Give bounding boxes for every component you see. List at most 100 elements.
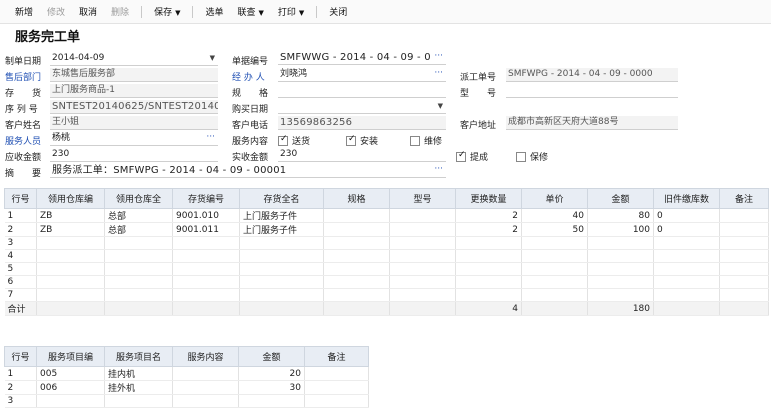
table-cell[interactable]: 005 (36, 366, 105, 381)
table-cell[interactable] (653, 236, 720, 250)
table-cell[interactable] (36, 288, 105, 302)
spec-field[interactable] (278, 84, 446, 98)
table-cell[interactable] (389, 262, 456, 276)
serial-field[interactable]: SNTEST20140625/SNTEST20140 (50, 100, 218, 114)
table-cell[interactable] (104, 288, 173, 302)
table-cell[interactable] (172, 262, 240, 276)
table-cell[interactable]: 2 (455, 208, 522, 223)
table-cell[interactable] (323, 249, 390, 263)
table-cell[interactable] (36, 275, 105, 289)
table-cell[interactable] (719, 288, 769, 302)
doc-no-field[interactable]: SMFWWG - 2014 - 04 - 09 - 0 ··· (278, 51, 446, 65)
more-icon[interactable]: ··· (206, 132, 215, 144)
cancel-button[interactable]: 取消 (72, 5, 104, 18)
column-header[interactable]: 金额 (238, 346, 305, 367)
table-cell[interactable] (104, 262, 173, 276)
table-cell[interactable]: ZB (36, 208, 105, 223)
table-cell[interactable]: 9001.010 (172, 208, 240, 223)
table-cell[interactable] (172, 275, 240, 289)
table-cell[interactable] (239, 249, 324, 263)
table-cell[interactable] (389, 208, 456, 223)
table-cell[interactable]: ZB (36, 222, 105, 237)
stock-field[interactable]: 上门服务商品-1 (50, 84, 218, 98)
close-button[interactable]: 关闭 (322, 5, 354, 18)
table-cell[interactable] (719, 275, 769, 289)
print-button[interactable]: 打印 ▼ (271, 5, 311, 18)
table-cell[interactable] (521, 249, 588, 263)
table-row[interactable]: 6 (4, 275, 769, 289)
table-cell[interactable] (172, 380, 239, 395)
column-header[interactable]: 存货编号 (172, 188, 240, 209)
receivable-field[interactable]: 230 (50, 148, 218, 162)
table-cell[interactable] (36, 262, 105, 276)
table-cell[interactable] (587, 249, 654, 263)
column-header[interactable]: 单价 (521, 188, 588, 209)
buy-date-field[interactable]: ▼ (278, 100, 446, 114)
table-cell[interactable] (239, 236, 324, 250)
table-cell[interactable]: 上门服务子件 (239, 208, 324, 223)
table-cell[interactable] (521, 275, 588, 289)
table-cell[interactable] (239, 275, 324, 289)
table-cell[interactable] (239, 262, 324, 276)
table-cell[interactable] (104, 394, 173, 408)
table-cell[interactable] (719, 236, 769, 250)
column-header[interactable]: 行号 (4, 346, 37, 367)
table-row[interactable]: 3 (4, 394, 369, 408)
table-row[interactable]: 3 (4, 236, 769, 250)
dept-label[interactable]: 售后部门 (5, 70, 41, 83)
customer-field[interactable]: 王小姐 (50, 116, 218, 130)
table-cell[interactable]: 总部 (104, 222, 173, 237)
table-cell[interactable] (389, 222, 456, 237)
table-cell[interactable] (521, 236, 588, 250)
table-cell[interactable] (172, 249, 240, 263)
table-cell[interactable] (323, 208, 390, 223)
table-cell[interactable] (172, 288, 240, 302)
column-header[interactable]: 备注 (719, 188, 769, 209)
table-cell[interactable]: 9001.011 (172, 222, 240, 237)
table-cell[interactable] (239, 288, 324, 302)
table-cell[interactable]: 006 (36, 380, 105, 395)
table-cell[interactable] (653, 262, 720, 276)
dept-field[interactable]: 东城售后服务部 (50, 68, 218, 82)
actual-field[interactable]: 230 (278, 148, 446, 162)
column-header[interactable]: 规格 (323, 188, 390, 209)
dispatch-no-field[interactable]: SMFWPG - 2014 - 04 - 09 - 0000 (506, 68, 678, 82)
table-cell[interactable] (323, 288, 390, 302)
staff-label[interactable]: 服务人员 (5, 134, 41, 147)
table-cell[interactable] (719, 249, 769, 263)
table-cell[interactable] (587, 236, 654, 250)
chevron-down-icon[interactable]: ▼ (438, 100, 443, 113)
warranty-checkbox[interactable]: 保修 (516, 150, 548, 163)
delivery-checkbox[interactable]: 送货 (278, 134, 310, 147)
table-cell[interactable] (304, 380, 369, 395)
table-cell[interactable] (719, 208, 769, 223)
table-cell[interactable]: 20 (238, 366, 305, 381)
table-cell[interactable] (587, 275, 654, 289)
table-cell[interactable]: 总部 (104, 208, 173, 223)
delete-button[interactable]: 删除 (104, 5, 136, 18)
handler-field[interactable]: 刘晓鸿 ··· (278, 68, 446, 82)
table-cell[interactable] (653, 275, 720, 289)
table-cell[interactable] (719, 222, 769, 237)
edit-button[interactable]: 修改 (40, 5, 72, 18)
table-row[interactable]: 1 005 挂内机 20 (4, 366, 369, 381)
more-icon[interactable]: ··· (434, 164, 443, 176)
table-row[interactable]: 5 (4, 262, 769, 276)
table-row[interactable]: 4 (4, 249, 769, 263)
more-icon[interactable]: ··· (434, 51, 443, 63)
table-cell[interactable]: 50 (521, 222, 588, 237)
table-cell[interactable] (323, 236, 390, 250)
table-cell[interactable]: 2 (455, 222, 522, 237)
table-cell[interactable] (389, 288, 456, 302)
table-cell[interactable] (104, 236, 173, 250)
column-header[interactable]: 旧件缴库数 (653, 188, 720, 209)
table-cell[interactable] (455, 249, 522, 263)
column-header[interactable]: 备注 (304, 346, 369, 367)
column-header[interactable]: 存货全名 (239, 188, 324, 209)
model-field[interactable] (506, 84, 678, 98)
table-cell[interactable] (719, 262, 769, 276)
table-cell[interactable]: 挂内机 (104, 366, 173, 381)
table-cell[interactable] (104, 249, 173, 263)
commission-checkbox[interactable]: 提成 (456, 150, 488, 163)
install-checkbox[interactable]: 安装 (346, 134, 378, 147)
